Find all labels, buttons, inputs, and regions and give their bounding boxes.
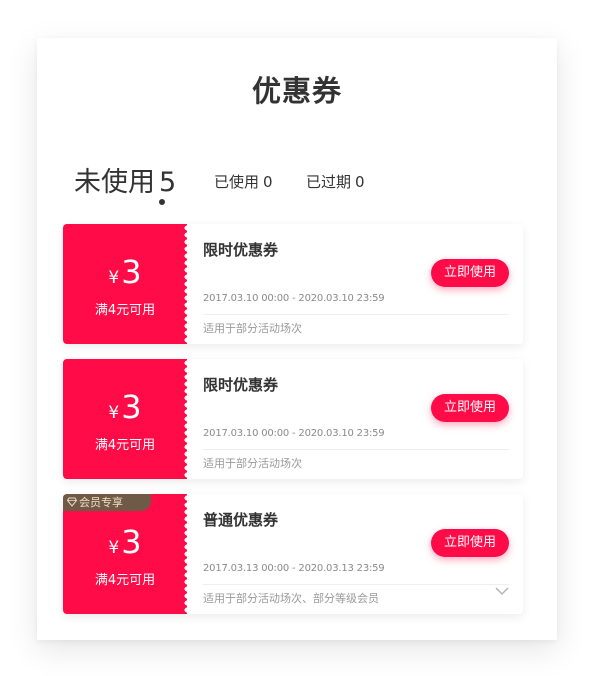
chevron-down-icon[interactable] — [495, 586, 509, 596]
coupon-card: ¥3 满4元可用 限时优惠券 立即使用 2017.03.10 00:00 - 2… — [63, 359, 523, 479]
use-now-button[interactable]: 立即使用 — [431, 394, 509, 422]
coupon-card: ¥3 满4元可用 限时优惠券 立即使用 2017.03.10 00:00 - 2… — [63, 224, 523, 344]
amount-value: 3 — [121, 523, 142, 561]
coupon-panel: 优惠券 未使用 5 已使用 0 已过期 0 ¥3 满4元可用 限时优惠券 立即使用 2… — [37, 38, 557, 640]
serrated-edge — [183, 359, 187, 479]
use-now-button[interactable]: 立即使用 — [431, 529, 509, 557]
currency-symbol: ¥ — [108, 268, 120, 288]
coupon-amount: ¥3 — [63, 524, 187, 566]
diamond-icon — [67, 497, 77, 507]
coupon-value-panel: ¥3 满4元可用 会员专享 — [63, 494, 187, 614]
coupon-amount: ¥3 — [63, 389, 187, 431]
coupon-validity: 2017.03.10 00:00 - 2020.03.10 23:59 — [203, 428, 385, 439]
tab-count: 5 — [159, 167, 177, 198]
coupon-title: 限时优惠券 — [203, 241, 279, 259]
member-exclusive-badge: 会员专享 — [63, 494, 151, 511]
tab-label: 已使用 — [214, 173, 260, 191]
active-tab-indicator — [159, 199, 165, 205]
coupon-card: ¥3 满4元可用 会员专享 普通优惠券 立即使用 2017.03.13 00:0… — [63, 494, 523, 614]
currency-symbol: ¥ — [108, 538, 120, 558]
divider — [203, 314, 509, 315]
coupon-condition: 满4元可用 — [94, 573, 156, 588]
serrated-edge — [183, 224, 187, 344]
divider — [203, 584, 509, 585]
tab-unused[interactable]: 未使用 5 — [74, 160, 176, 199]
tab-used[interactable]: 已使用 0 — [214, 171, 273, 192]
amount-value: 3 — [121, 388, 142, 426]
coupon-title: 限时优惠券 — [203, 376, 279, 394]
coupon-condition: 满4元可用 — [94, 438, 156, 453]
serrated-edge — [183, 494, 187, 614]
page-title: 优惠券 — [251, 74, 342, 108]
use-now-button[interactable]: 立即使用 — [431, 259, 509, 287]
coupon-value-panel: ¥3 满4元可用 — [63, 224, 187, 344]
coupon-value-panel: ¥3 满4元可用 — [63, 359, 187, 479]
divider — [203, 449, 509, 450]
coupon-scope: 适用于部分活动场次 — [203, 322, 302, 335]
tab-count: 0 — [355, 173, 365, 191]
currency-symbol: ¥ — [108, 403, 120, 423]
tab-label: 已过期 — [306, 173, 352, 191]
amount-value: 3 — [121, 253, 142, 291]
coupon-scope: 适用于部分活动场次 — [203, 457, 302, 470]
tab-expired[interactable]: 已过期 0 — [306, 171, 365, 192]
tab-label: 未使用 — [74, 167, 155, 198]
coupon-condition: 满4元可用 — [94, 303, 156, 318]
tab-count: 0 — [263, 173, 273, 191]
coupon-validity: 2017.03.13 00:00 - 2020.03.13 23:59 — [203, 563, 385, 574]
coupon-amount: ¥3 — [63, 254, 187, 296]
badge-label: 会员专享 — [79, 496, 123, 509]
coupon-title: 普通优惠券 — [203, 511, 279, 529]
coupon-scope: 适用于部分活动场次、部分等级会员 — [203, 592, 379, 605]
coupon-validity: 2017.03.10 00:00 - 2020.03.10 23:59 — [203, 293, 385, 304]
